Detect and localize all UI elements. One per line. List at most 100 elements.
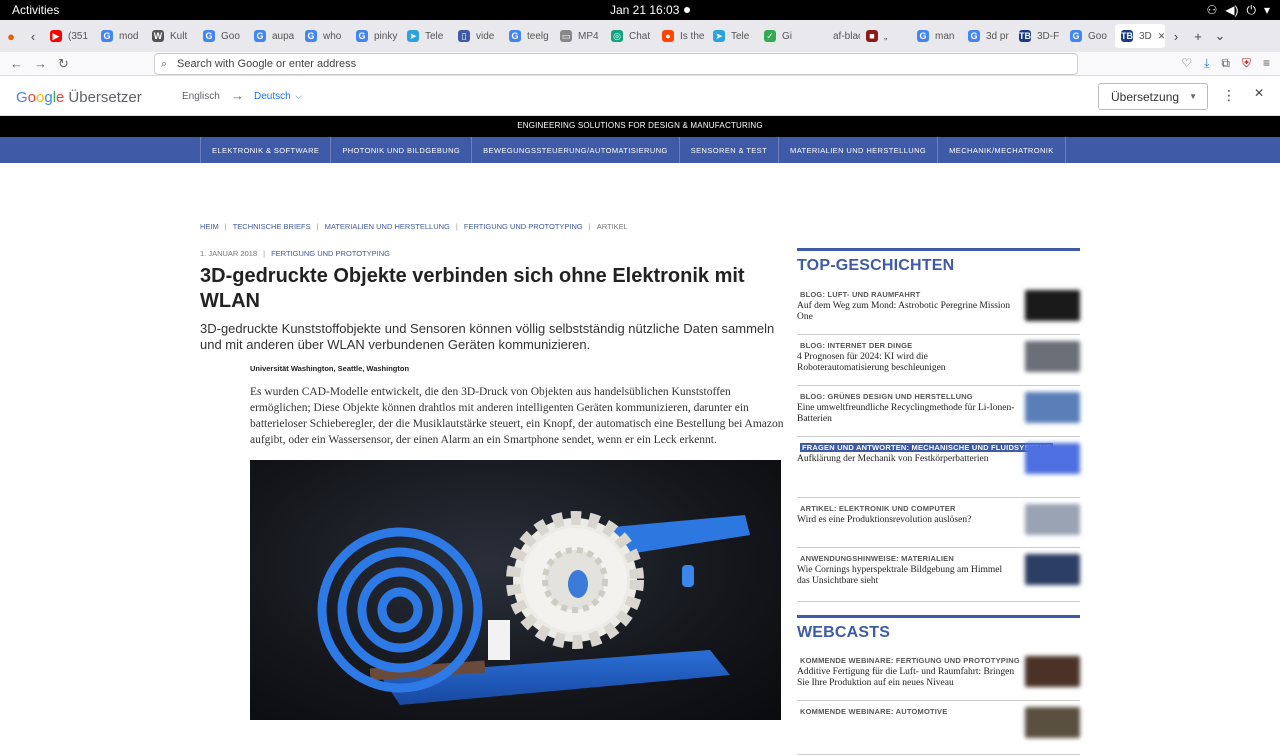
story-headline[interactable]: Eine umweltfreundliche Recyclingmethode … [797,403,1017,425]
browser-tab[interactable]: ◎ Chat [605,24,656,48]
story-thumbnail[interactable] [1025,341,1080,372]
story-headline[interactable]: Auf dem Weg zum Mond: Astrobotic Peregri… [797,301,1017,323]
back-icon[interactable]: ← [10,56,23,71]
story-kicker[interactable]: ANWENDUNGSHINWEISE: MATERIALIEN [800,554,954,563]
activities-button[interactable]: Activities [12,3,59,17]
story-thumbnail[interactable] [1025,656,1080,687]
browser-tab[interactable]: G 3d pr [962,24,1013,48]
story-headline[interactable]: Wie Cornings hyperspektrale Bildgebung a… [797,565,1017,587]
story-item[interactable]: KOMMENDE WEBINARE: FERTIGUNG UND PROTOTY… [797,656,1080,701]
story-kicker[interactable]: ARTIKEL: ELEKTRONIK UND COMPUTER [800,504,956,513]
ublock-icon[interactable]: ⛨ [1242,56,1251,71]
story-thumbnail[interactable] [1025,443,1080,474]
browser-tab[interactable]: Gaupa [248,24,299,48]
menu-icon[interactable]: ≡ [1263,56,1270,71]
browser-tab[interactable]: ● Is the [656,24,707,48]
main-nav-item[interactable]: MATERIALIEN UND HERSTELLUNG [779,137,939,163]
pocket-icon[interactable]: ♡ [1181,56,1192,71]
browser-tab[interactable]: G Goo [197,24,248,48]
search-icon: ⌕ [161,58,168,70]
reload-icon[interactable]: ↻ [58,56,69,72]
source-language[interactable]: Englisch [182,91,220,102]
browser-tab[interactable]: ✓ Gi [758,24,809,48]
scroll-tabs-left-icon[interactable]: ‹ [22,29,44,44]
toolbar-icons: ♡ ⤓ ⧉ ⛨ ≡ [1181,56,1270,71]
forward-icon[interactable]: → [34,56,47,71]
story-item[interactable]: BLOG: LUFT- UND RAUMFAHRT Auf dem Weg zum… [797,290,1080,335]
story-item[interactable]: FRAGEN UND ANTWORTEN: MECHANISCHE UND FL… [797,443,1080,498]
breadcrumb-item[interactable]: MATERIALIEN UND HERSTELLUNG [325,222,450,231]
browser-tab[interactable]: TB 3D-F [1013,24,1064,48]
main-nav-item[interactable]: MECHANIK/MECHATRONIK [938,137,1066,163]
browser-tab[interactable]: G Goo [1064,24,1115,48]
browser-tab[interactable]: W Kult [146,24,197,48]
clock[interactable]: Jan 21 16:03 [610,3,679,17]
browser-tab[interactable]: ▯ vide [452,24,503,48]
main-nav-item[interactable]: SENSOREN & TEST [680,137,780,163]
system-tray[interactable]: ⚇ ◀) ⏻ ▾ [1206,3,1270,18]
main-nav-item[interactable]: BEWEGUNGSSTEUERUNG/AUTOMATISIERUNG [472,137,680,163]
firefox-view-icon[interactable]: ● [0,29,22,44]
browser-tab[interactable]: Gwho [299,24,350,48]
breadcrumb-item[interactable]: FERTIGUNG UND PROTOTYPING [464,222,583,231]
tab-strip: ● ‹ ▶ (351 Gmod W Kult G Goo Gaupa Gwho Gpinky ➤ Te… [0,20,1280,52]
target-language-select[interactable]: Deutsch ⌵ [254,91,302,102]
url-bar[interactable]: ⌕ Search with Google or enter address [154,53,1078,75]
breadcrumb-item[interactable]: TECHNISCHE BRIEFS [233,222,311,231]
story-headline[interactable]: Wird es eine Produktionsrevolution auslö… [797,515,1017,526]
story-headline[interactable]: Additive Fertigung für die Luft- und Rau… [797,667,1017,689]
list-all-tabs-icon[interactable]: ⌄ [1209,28,1231,44]
tab-label: vide [476,30,495,42]
story-item[interactable]: ARTIKEL: ELEKTRONIK UND COMPUTER Wird es … [797,504,1080,548]
browser-tab[interactable]: Gpinky [350,24,401,48]
tab-favicon-icon: ▭ [560,30,572,42]
browser-tab[interactable]: ▶ (351 [44,24,95,48]
tab-label: 3D [1139,30,1152,42]
story-item[interactable]: KOMMENDE WEBINARE: AUTOMOTIVE [797,707,1080,755]
extensions-icon[interactable]: ⧉ [1221,56,1230,71]
story-thumbnail[interactable] [1025,392,1080,423]
story-kicker[interactable]: BLOG: LUFT- UND RAUMFAHRT [800,290,920,299]
story-kicker[interactable]: KOMMENDE WEBINARE: AUTOMOTIVE [800,707,947,716]
story-kicker[interactable]: KOMMENDE WEBINARE: FERTIGUNG UND PROTOTY… [800,656,1020,665]
main-nav-item[interactable]: PHOTONIK UND BILDGEBUNG [331,137,473,163]
main-nav-item[interactable]: ELEKTRONIK & SOFTWARE [201,137,332,163]
browser-tab[interactable]: ■ „ [860,24,911,48]
browser-tab[interactable]: Gteelg [503,24,554,48]
meta-separator: | [263,249,266,258]
story-kicker[interactable]: FRAGEN UND ANTWORTEN: MECHANISCHE UND FL… [800,443,1054,452]
close-tab-icon[interactable]: ✕ [1158,31,1165,42]
tab-label: Chat [629,30,651,42]
more-options-icon[interactable]: ⋮ [1222,87,1236,104]
story-thumbnail[interactable] [1025,707,1080,738]
story-thumbnail[interactable] [1025,554,1080,585]
browser-tab[interactable]: Gman [911,24,962,48]
scroll-tabs-right-icon[interactable]: › [1165,29,1187,44]
story-item[interactable]: BLOG: INTERNET DER DINGE 4 Prognosen für … [797,341,1080,386]
browser-tab[interactable]: TB 3D ✕ [1115,24,1165,48]
story-kicker[interactable]: BLOG: GRÜNES DESIGN UND HERSTELLUNG [800,392,973,401]
article-category-link[interactable]: FERTIGUNG UND PROTOTYPING [271,249,390,258]
story-thumbnail[interactable] [1025,290,1080,321]
tab-label: Is the [680,30,705,42]
browser-tab[interactable]: af-black [809,24,860,48]
browser-tab[interactable]: Gmod [95,24,146,48]
tab-favicon-icon: ➤ [407,30,419,42]
story-kicker[interactable]: BLOG: INTERNET DER DINGE [800,341,912,350]
story-item[interactable]: ANWENDUNGSHINWEISE: MATERIALIEN Wie Corni… [797,554,1080,602]
translation-mode-select[interactable]: Übersetzung ▼ [1098,83,1208,110]
story-item[interactable]: BLOG: GRÜNES DESIGN UND HERSTELLUNG Eine … [797,392,1080,437]
browser-tab[interactable]: ➤ Tele [401,24,452,48]
downloads-icon[interactable]: ⤓ [1204,56,1209,71]
story-thumbnail[interactable] [1025,504,1080,535]
power-icon: ⏻ [1246,3,1256,17]
new-tab-button[interactable]: + [1187,29,1209,44]
breadcrumb-item[interactable]: HEIM [200,222,219,231]
browser-tab[interactable]: ➤ Tele [707,24,758,48]
breadcrumb: HEIM | TECHNISCHE BRIEFS | MATERIALIEN UND H… [200,222,628,231]
tab-favicon-icon: TB [1121,30,1133,42]
collapse-icon[interactable]: ✕ [1254,86,1264,100]
browser-tab[interactable]: ▭ MP4 [554,24,605,48]
story-headline[interactable]: 4 Prognosen für 2024: KI wird die Robote… [797,352,1017,374]
story-headline[interactable]: Aufklärung der Mechanik von Festkörperba… [797,454,1017,465]
